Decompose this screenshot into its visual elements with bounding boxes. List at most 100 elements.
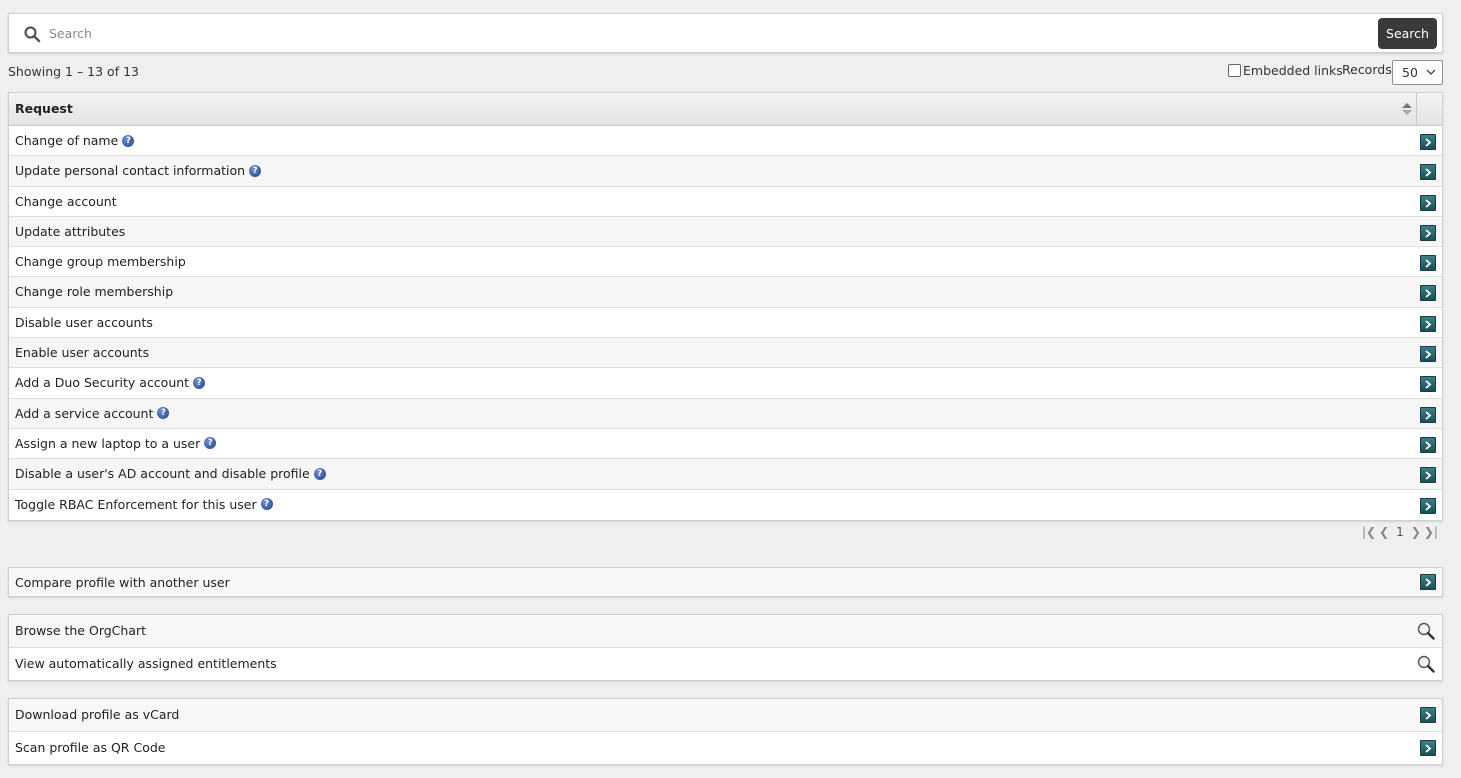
- table-row[interactable]: Change role membership: [9, 277, 1442, 308]
- table-row[interactable]: Add a Duo Security account?: [9, 368, 1442, 399]
- request-name: Add a Duo Security account: [15, 375, 190, 391]
- help-icon[interactable]: ?: [157, 407, 170, 420]
- arrow-right-icon[interactable]: [1420, 285, 1436, 302]
- request-name: Enable user accounts: [15, 345, 150, 361]
- help-icon[interactable]: ?: [204, 437, 217, 450]
- download-vcard-row[interactable]: Download profile as vCard: [9, 699, 1442, 732]
- request-label: Enable user accounts: [15, 345, 149, 360]
- request-name: Change group membership: [15, 254, 186, 270]
- search-input[interactable]: [47, 22, 1367, 44]
- request-name: Toggle RBAC Enforcement for this user: [15, 496, 257, 512]
- help-icon[interactable]: ?: [260, 498, 273, 511]
- view-entitlements-row[interactable]: View automatically assigned entitlements: [9, 648, 1442, 680]
- request-name: Change account: [15, 193, 117, 209]
- browse-panel: Browse the OrgChart View automatically a…: [8, 614, 1443, 681]
- arrow-right-icon[interactable]: [1420, 406, 1436, 423]
- request-label: Add a Duo Security account?: [15, 375, 206, 391]
- request-name: Update attributes: [15, 223, 126, 239]
- magnifier-icon[interactable]: [1416, 654, 1436, 674]
- table-body: Change of name? Update personal contact i…: [9, 126, 1442, 520]
- scan-qr-row[interactable]: Scan profile as QR Code: [9, 732, 1442, 764]
- records-value: 50: [1402, 65, 1418, 80]
- table-row[interactable]: Toggle RBAC Enforcement for this user?: [9, 490, 1442, 520]
- browse-orgchart-label: Browse the OrgChart: [15, 623, 147, 638]
- arrow-right-icon[interactable]: [1420, 436, 1436, 453]
- arrow-right-icon[interactable]: [1420, 164, 1436, 181]
- request-label: Disable user accounts: [15, 315, 153, 330]
- table-row[interactable]: Disable user accounts: [9, 308, 1442, 339]
- table-row[interactable]: Change account: [9, 187, 1442, 217]
- table-row[interactable]: Change of name?: [9, 126, 1442, 157]
- search-button[interactable]: Search: [1378, 18, 1437, 49]
- request-name: Assign a new laptop to a user: [15, 435, 201, 451]
- request-label: Assign a new laptop to a user?: [15, 435, 217, 451]
- download-vcard-label: Download profile as vCard: [15, 707, 180, 722]
- current-page[interactable]: 1: [1396, 525, 1404, 539]
- help-icon[interactable]: ?: [122, 134, 135, 147]
- table-header: Request: [9, 93, 1442, 126]
- next-page-icon[interactable]: ❯: [1411, 525, 1421, 539]
- table-row[interactable]: Change group membership: [9, 247, 1442, 278]
- table-row[interactable]: Update attributes: [9, 216, 1442, 248]
- request-label: Toggle RBAC Enforcement for this user?: [15, 497, 273, 512]
- table-row[interactable]: Assign a new laptop to a user?: [9, 429, 1442, 460]
- arrow-right-icon[interactable]: [1420, 346, 1436, 363]
- arrow-right-icon[interactable]: [1420, 134, 1436, 150]
- arrow-right-icon[interactable]: [1420, 315, 1436, 332]
- search-bar: Search: [8, 13, 1443, 53]
- request-label: Change of name?: [15, 133, 135, 148]
- chevron-down-icon: [1426, 69, 1436, 75]
- search-icon: [24, 26, 41, 43]
- request-name: Disable a user's AD account and disable …: [15, 466, 310, 482]
- arrow-right-icon[interactable]: [1420, 740, 1436, 756]
- request-name: Disable user accounts: [15, 314, 153, 330]
- results-count: Showing 1 – 13 of 13: [8, 64, 139, 79]
- embedded-links-toggle[interactable]: Embedded links: [1228, 63, 1343, 78]
- arrow-right-icon[interactable]: [1420, 707, 1436, 723]
- table-row[interactable]: Update personal contact information?: [9, 156, 1442, 187]
- arrow-right-icon[interactable]: [1420, 376, 1436, 393]
- arrow-right-icon[interactable]: [1420, 255, 1436, 272]
- compare-profile-label: Compare profile with another user: [15, 575, 230, 590]
- request-name: Add a service account: [15, 405, 154, 421]
- help-icon[interactable]: ?: [193, 376, 206, 389]
- records-per-page-select[interactable]: 50: [1392, 60, 1443, 85]
- previous-page-icon[interactable]: ❮: [1379, 525, 1389, 539]
- records-label: Records: [1342, 62, 1392, 77]
- sort-icon[interactable]: [1401, 102, 1413, 116]
- request-label: Change role membership: [15, 284, 173, 299]
- table-row[interactable]: Disable a user's AD account and disable …: [9, 459, 1442, 490]
- request-label: Change group membership: [15, 254, 186, 269]
- request-label: Update attributes: [15, 224, 125, 239]
- browse-orgchart-row[interactable]: Browse the OrgChart: [9, 615, 1442, 648]
- request-table: Request Change of name? Update personal c…: [8, 92, 1443, 521]
- request-name: Change role membership: [15, 284, 174, 300]
- request-label: Update personal contact information?: [15, 163, 262, 179]
- request-label: Change account: [15, 194, 117, 209]
- view-entitlements-label: View automatically assigned entitlements: [15, 656, 277, 671]
- embedded-links-label: Embedded links: [1243, 63, 1343, 78]
- help-icon[interactable]: ?: [249, 164, 262, 177]
- header-divider: [1416, 93, 1417, 125]
- arrow-right-icon[interactable]: [1420, 574, 1436, 590]
- arrow-right-icon[interactable]: [1420, 194, 1436, 211]
- last-page-icon[interactable]: ❯|: [1424, 525, 1438, 539]
- table-row[interactable]: Add a service account?: [9, 398, 1442, 429]
- arrow-right-icon[interactable]: [1420, 497, 1436, 514]
- compare-profile-row[interactable]: Compare profile with another user: [9, 568, 1442, 596]
- column-header-request[interactable]: Request: [15, 101, 73, 116]
- compare-panel: Compare profile with another user: [8, 567, 1443, 597]
- table-row[interactable]: Enable user accounts: [9, 338, 1442, 369]
- scan-qr-label: Scan profile as QR Code: [15, 740, 166, 755]
- magnifier-icon[interactable]: [1416, 621, 1436, 641]
- request-name: Update personal contact information: [15, 163, 246, 179]
- embedded-links-checkbox[interactable]: [1228, 64, 1241, 77]
- arrow-right-icon[interactable]: [1420, 224, 1436, 241]
- pagination: |❮ ❮ 1 ❯ ❯|: [1362, 525, 1438, 539]
- first-page-icon[interactable]: |❮: [1362, 525, 1376, 539]
- request-label: Add a service account?: [15, 405, 170, 421]
- download-panel: Download profile as vCard Scan profile a…: [8, 698, 1443, 765]
- help-icon[interactable]: ?: [313, 467, 326, 480]
- request-name: Change of name: [15, 133, 119, 148]
- arrow-right-icon[interactable]: [1420, 467, 1436, 484]
